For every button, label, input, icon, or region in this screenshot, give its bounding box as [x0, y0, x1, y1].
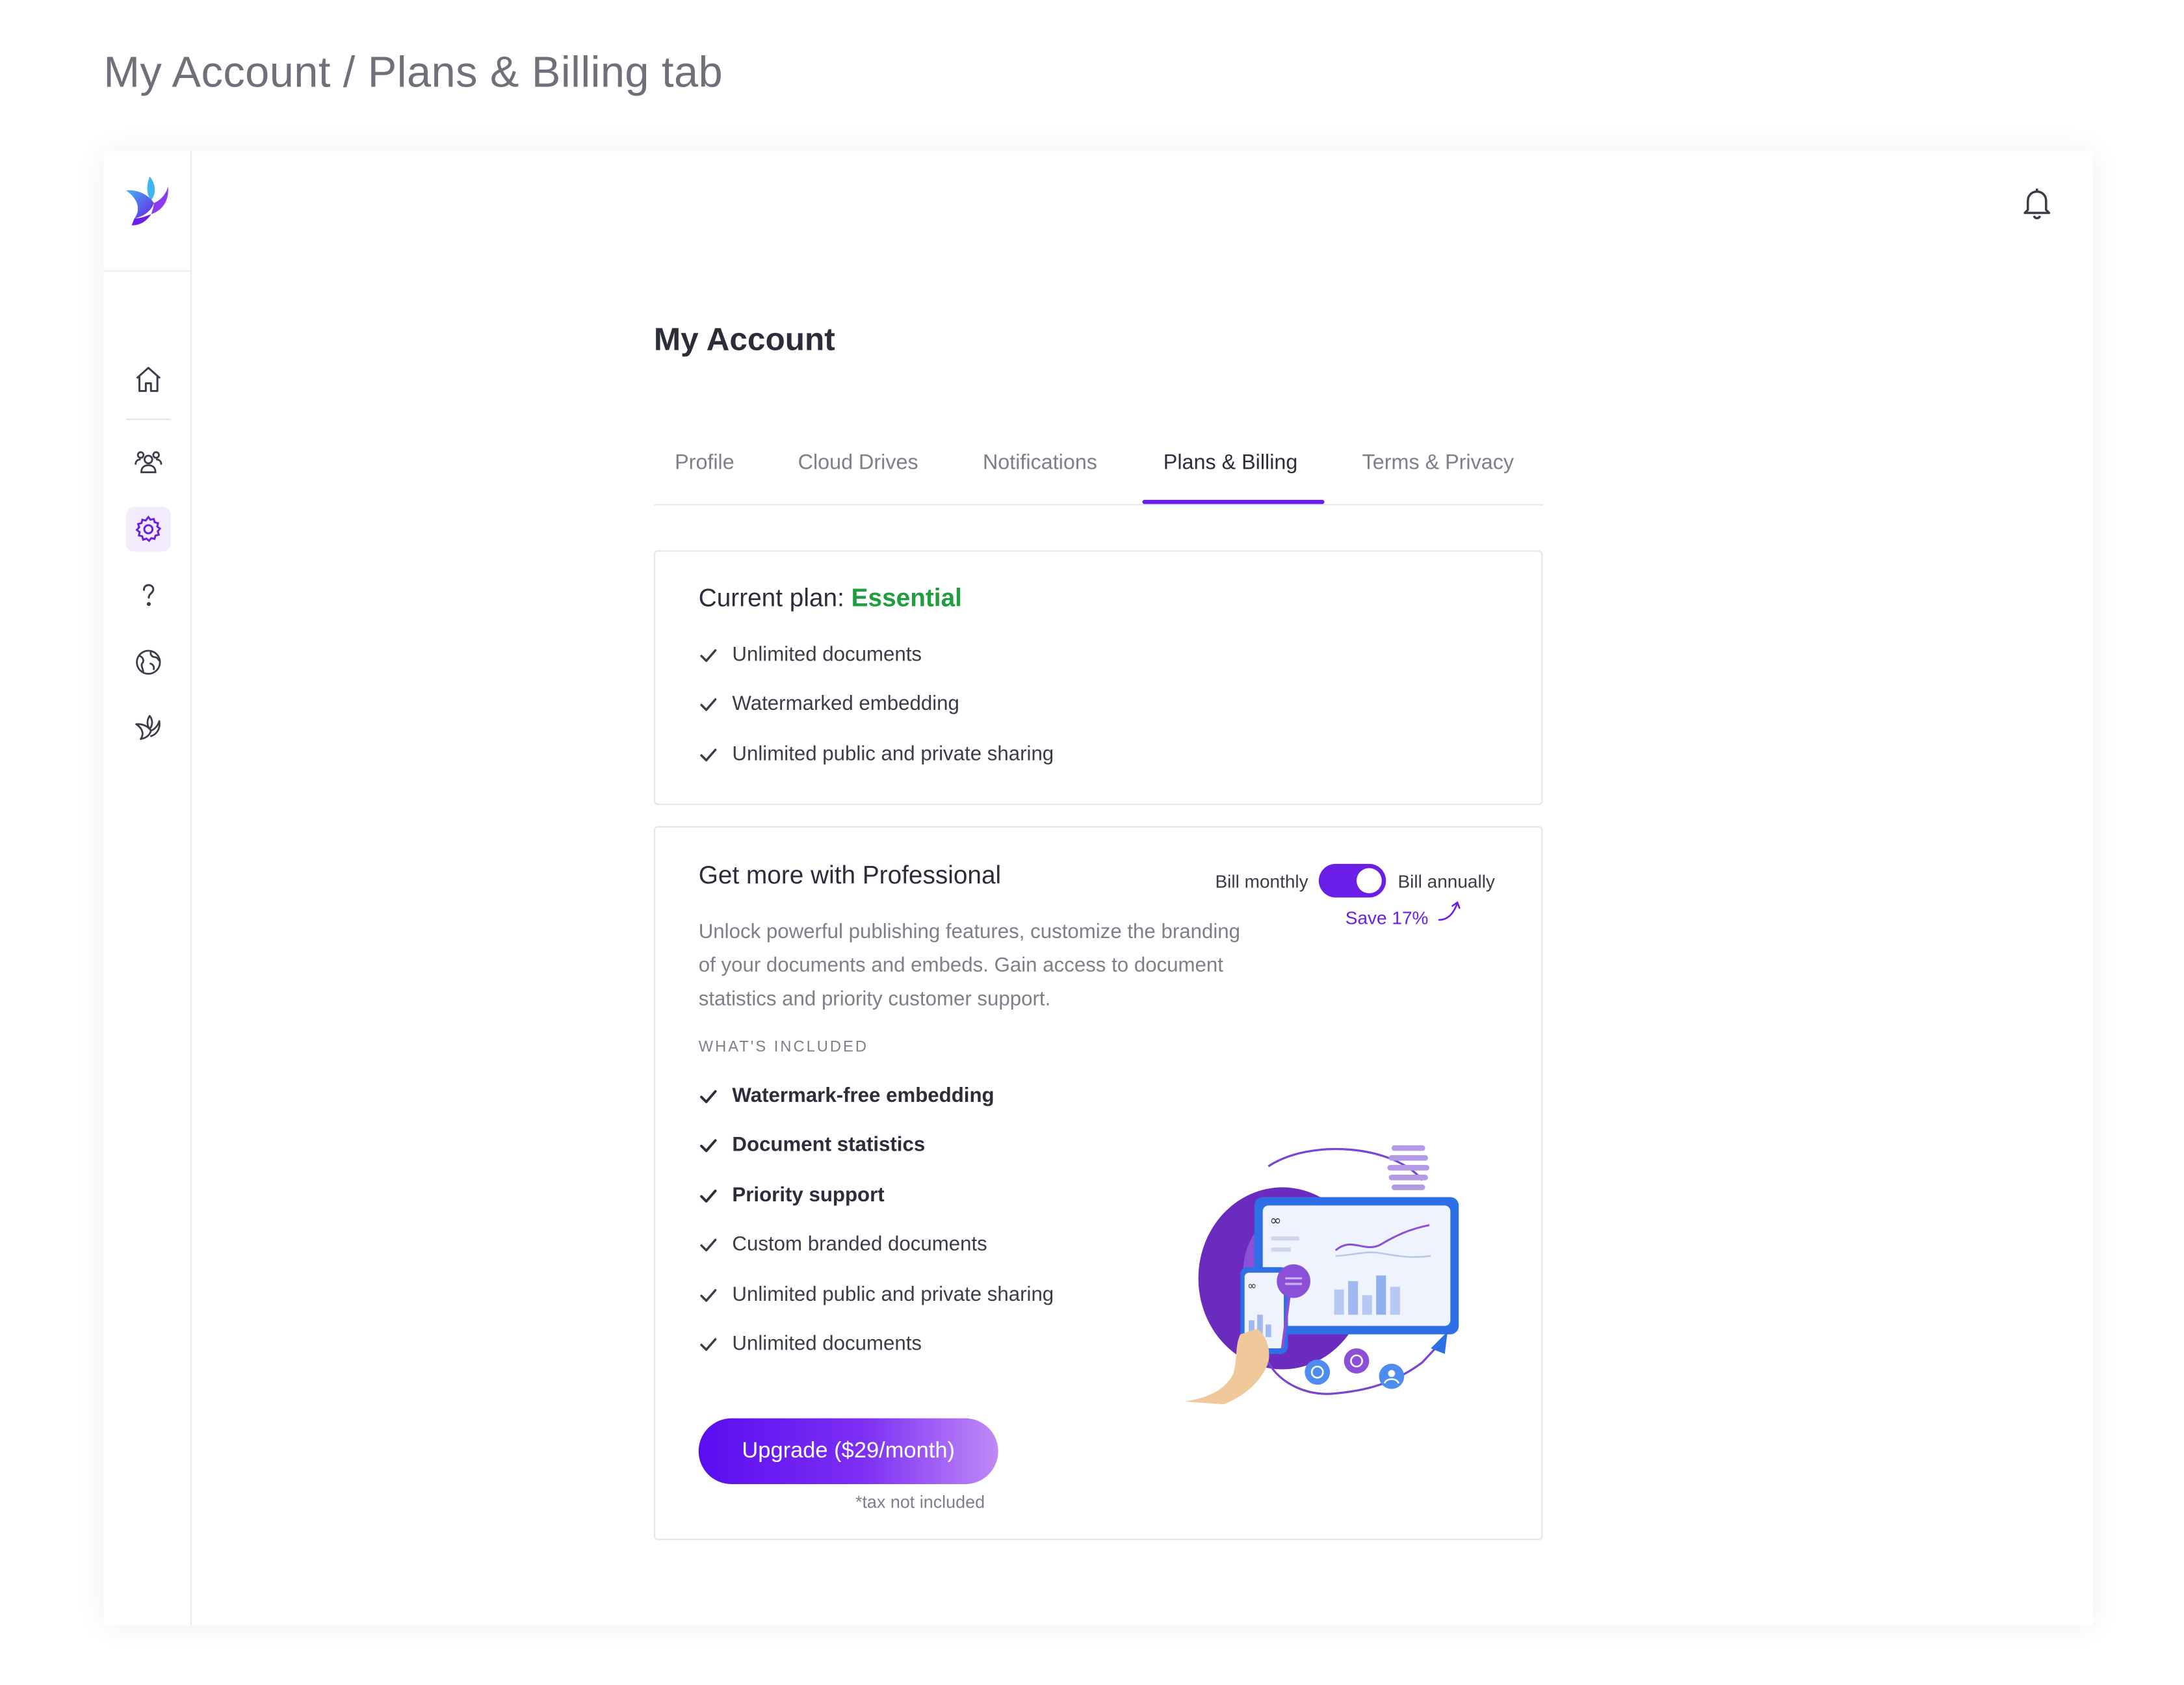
sidebar-item-explore[interactable]	[126, 640, 171, 685]
feature-label: Document statistics	[732, 1134, 926, 1157]
billing-toggle-group: Bill monthly Bill annually	[1215, 863, 1495, 898]
feature-label: Unlimited documents	[732, 644, 922, 667]
sidebar-item-users[interactable]	[126, 439, 171, 484]
feature-label: Unlimited public and private sharing	[732, 1284, 1054, 1307]
analytics-illustration: ∞ ∞	[1184, 1145, 1459, 1405]
current-plan-feature: Unlimited documents	[699, 644, 922, 666]
sidebar-item-brand[interactable]	[126, 706, 171, 751]
sidebar	[103, 151, 192, 1626]
decorative-stripes	[1387, 1145, 1430, 1190]
home-icon	[136, 367, 161, 392]
check-icon	[700, 1238, 717, 1252]
nav-separator	[125, 418, 171, 421]
check-icon	[700, 1338, 717, 1351]
current-plan-prefix: Current plan:	[698, 584, 844, 612]
check-icon	[700, 1189, 717, 1203]
current-plan-name: Essential	[851, 584, 962, 612]
bill-annually-label[interactable]: Bill annually	[1398, 870, 1495, 891]
gear-icon	[135, 515, 162, 543]
professional-description: Unlock powerful publishing features, cus…	[698, 921, 1241, 1012]
professional-feature: Priority support	[699, 1184, 885, 1207]
professional-feature: Unlimited documents	[699, 1333, 922, 1355]
save-badge: Save 17%	[1345, 907, 1429, 928]
feature-label: Unlimited documents	[732, 1333, 922, 1355]
tab-notifications[interactable]: Notifications	[983, 451, 1097, 475]
current-plan-feature: Watermarked embedding	[699, 693, 959, 716]
check-icon	[700, 698, 717, 711]
current-plan-card: Current plan: Essential Unlimited docume…	[653, 550, 1543, 805]
professional-feature: Custom branded documents	[699, 1233, 987, 1256]
feature-label: Priority support	[732, 1184, 885, 1207]
toggle-knob	[1357, 868, 1383, 894]
question-mark-icon	[142, 584, 155, 607]
professional-feature: Watermark-free embedding	[699, 1085, 994, 1108]
tab-bar: Profile Cloud Drives Notifications Plans…	[653, 431, 1543, 506]
sidebar-item-home[interactable]	[126, 357, 171, 402]
professional-feature: Unlimited public and private sharing	[699, 1284, 1054, 1306]
check-icon	[700, 1139, 717, 1153]
tab-profile[interactable]: Profile	[675, 451, 734, 475]
active-tab-indicator	[1142, 499, 1325, 504]
professional-feature: Document statistics	[699, 1134, 925, 1156]
feature-label: Custom branded documents	[732, 1233, 987, 1256]
globe-icon	[136, 649, 161, 675]
bill-monthly-label[interactable]: Bill monthly	[1215, 870, 1308, 891]
whats-included-heading: WHAT'S INCLUDED	[698, 1039, 868, 1056]
check-icon	[700, 1090, 717, 1103]
check-icon	[700, 1289, 717, 1302]
feature-label: Watermark-free embedding	[732, 1085, 994, 1108]
page-heading: My Account / Plans & Billing tab	[103, 47, 723, 97]
app-window: My Account Profile Cloud Drives Notifica…	[103, 151, 2093, 1626]
professional-heading: Get more with Professional	[698, 861, 1002, 889]
svg-text:∞: ∞	[1247, 1280, 1256, 1293]
tax-note: *tax not included	[855, 1492, 985, 1513]
tab-cloud-drives[interactable]: Cloud Drives	[798, 451, 918, 475]
bell-icon[interactable]	[2019, 185, 2055, 221]
check-icon	[700, 649, 717, 662]
current-plan-feature: Unlimited public and private sharing	[699, 744, 1054, 766]
upgrade-button[interactable]: Upgrade ($29/month)	[698, 1418, 998, 1485]
sidebar-item-settings[interactable]	[125, 506, 171, 552]
rail-divider	[103, 270, 192, 272]
professional-plan-card: Get more with Professional Bill monthly …	[653, 826, 1543, 1541]
bird-logo[interactable]	[124, 174, 171, 229]
current-plan-heading: Current plan: Essential	[699, 584, 962, 613]
feature-label: Unlimited public and private sharing	[732, 743, 1054, 766]
sidebar-item-help[interactable]	[126, 573, 171, 618]
users-icon	[135, 451, 162, 473]
svg-text:∞: ∞	[1269, 1213, 1281, 1229]
curved-arrow-icon	[1438, 901, 1461, 921]
tab-terms-privacy[interactable]: Terms & Privacy	[1362, 451, 1514, 475]
check-icon	[700, 748, 717, 762]
bird-icon	[135, 714, 161, 740]
feature-label: Watermarked embedding	[732, 693, 959, 716]
billing-period-toggle[interactable]	[1319, 863, 1387, 898]
tab-plans-billing[interactable]: Plans & Billing	[1164, 451, 1298, 475]
page-title: My Account	[653, 320, 835, 358]
